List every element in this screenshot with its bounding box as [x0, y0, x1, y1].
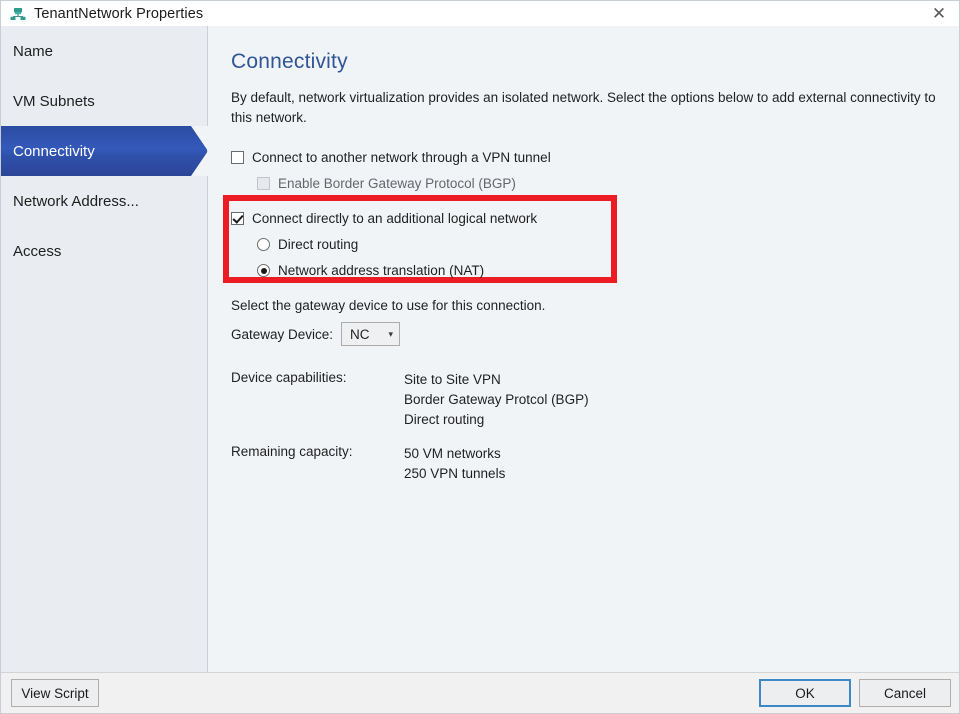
ok-button[interactable]: OK — [759, 679, 851, 707]
dialog-body: Name VM Subnets Connectivity Network Add… — [1, 26, 959, 674]
remaining-capacity-values: 50 VM networks 250 VPN tunnels — [404, 444, 505, 484]
remaining-capacity-item: 250 VPN tunnels — [404, 466, 506, 481]
checkbox-label-bgp: Enable Border Gateway Protocol (BGP) — [278, 176, 516, 191]
remaining-capacity-item: 50 VM networks — [404, 446, 501, 461]
dialog-footer: View Script OK Cancel — [1, 672, 959, 713]
device-capabilities-row: Device capabilities: Site to Site VPN Bo… — [231, 370, 589, 430]
title-bar: TenantNetwork Properties ✕ — [1, 1, 959, 26]
radio-nat[interactable] — [257, 264, 270, 277]
device-capability-item: Border Gateway Protcol (BGP) — [404, 392, 589, 407]
device-capabilities-values: Site to Site VPN Border Gateway Protcol … — [404, 370, 589, 430]
sidebar-item-network-address[interactable]: Network Address... — [1, 176, 207, 226]
network-tenant-icon — [10, 7, 26, 20]
view-script-button[interactable]: View Script — [11, 679, 99, 707]
properties-dialog: TenantNetwork Properties ✕ Name VM Subne… — [0, 0, 960, 714]
radio-direct-routing[interactable] — [257, 238, 270, 251]
sidebar-item-label: Network Address... — [13, 192, 139, 210]
radio-label-direct-routing: Direct routing — [278, 237, 359, 252]
remaining-capacity-row: Remaining capacity: 50 VM networks 250 V… — [231, 444, 589, 484]
sidebar-item-label: Connectivity — [13, 142, 95, 160]
gateway-device-label: Gateway Device: — [231, 326, 334, 342]
sidebar-item-connectivity[interactable]: Connectivity — [1, 126, 207, 176]
remaining-capacity-label: Remaining capacity: — [231, 444, 353, 459]
sidebar-nav: Name VM Subnets Connectivity Network Add… — [1, 26, 208, 674]
gateway-device-value: NC — [350, 326, 370, 342]
checkbox-row-additional-logical-network[interactable]: Connect directly to an additional logica… — [231, 211, 537, 226]
sidebar-item-label: Access — [13, 242, 62, 260]
sidebar-item-access[interactable]: Access — [1, 226, 207, 276]
gateway-prompt: Select the gateway device to use for thi… — [231, 298, 546, 313]
checkbox-row-vpn-tunnel[interactable]: Connect to another network through a VPN… — [231, 150, 551, 165]
device-capability-item: Direct routing — [404, 412, 485, 427]
gateway-device-row: Gateway Device: NC ▾ — [231, 322, 401, 346]
radio-row-nat[interactable]: Network address translation (NAT) — [257, 263, 484, 278]
gateway-device-select[interactable]: NC ▾ — [341, 322, 401, 346]
checkbox-label-vpn-tunnel: Connect to another network through a VPN… — [252, 150, 551, 165]
sidebar-item-name[interactable]: Name — [1, 26, 207, 76]
intro-text: By default, network virtualization provi… — [231, 90, 936, 125]
checkbox-label-additional-logical-network: Connect directly to an additional logica… — [252, 211, 538, 226]
checkbox-additional-logical-network[interactable] — [231, 212, 244, 225]
main-panel: Connectivity By default, network virtual… — [209, 26, 959, 674]
checkbox-vpn-tunnel[interactable] — [231, 151, 244, 164]
page-title: Connectivity — [231, 50, 348, 73]
chevron-down-icon: ▾ — [388, 328, 394, 339]
checkbox-bgp — [257, 177, 270, 190]
radio-row-direct-routing[interactable]: Direct routing — [257, 237, 358, 252]
sidebar-item-label: VM Subnets — [13, 92, 95, 110]
sidebar-item-label: Name — [13, 42, 54, 60]
cancel-button[interactable]: Cancel — [859, 679, 951, 707]
radio-label-nat: Network address translation (NAT) — [278, 263, 485, 278]
device-capabilities-label: Device capabilities: — [231, 370, 347, 385]
window-title: TenantNetwork Properties — [34, 5, 204, 22]
checkbox-row-bgp: Enable Border Gateway Protocol (BGP) — [257, 176, 516, 191]
sidebar-item-vm-subnets[interactable]: VM Subnets — [1, 76, 207, 126]
close-icon[interactable]: ✕ — [917, 1, 959, 26]
device-capability-item: Site to Site VPN — [404, 372, 501, 387]
device-info-block: Device capabilities: Site to Site VPN Bo… — [231, 370, 589, 498]
